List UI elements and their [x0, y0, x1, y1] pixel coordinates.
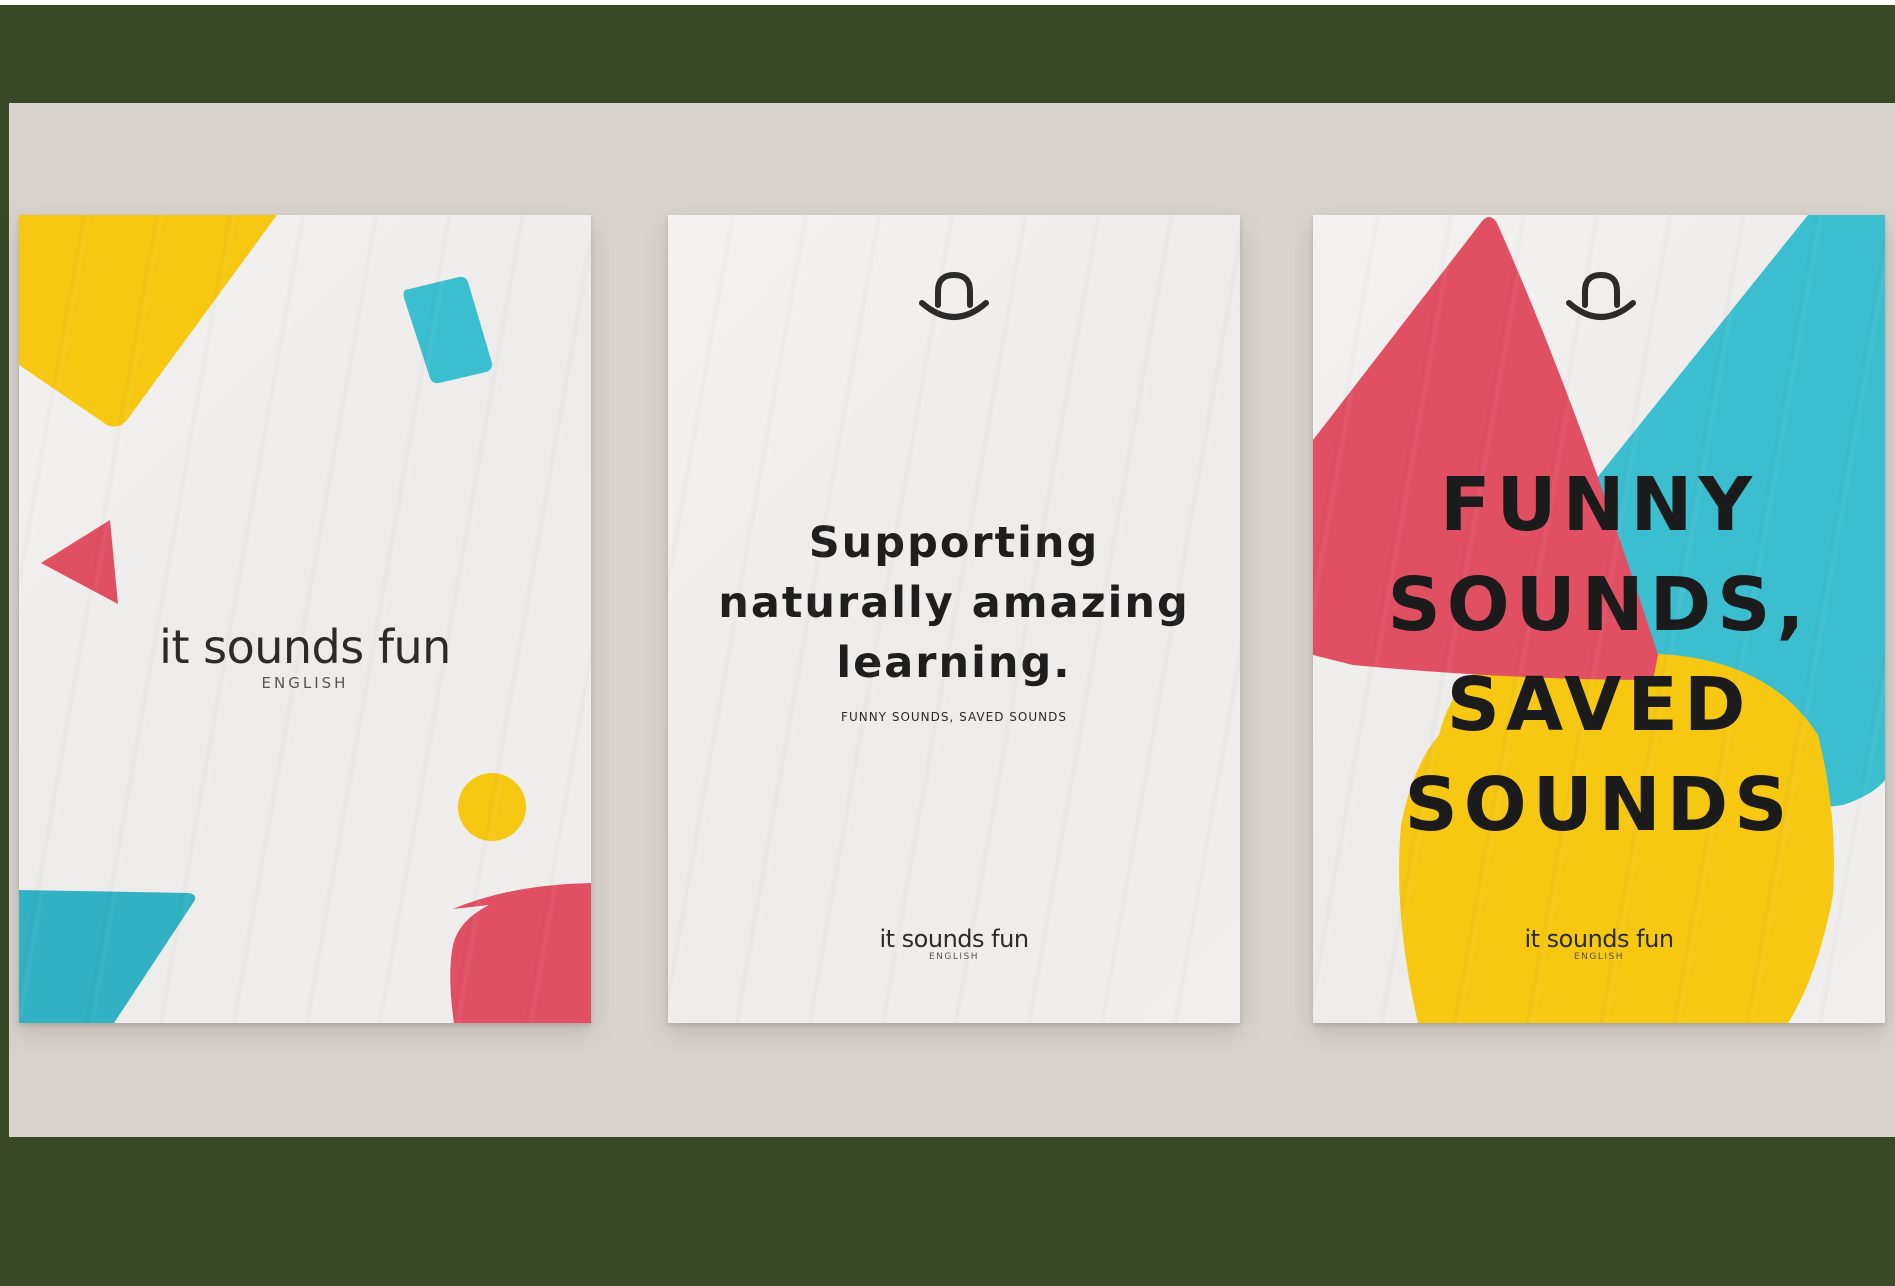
logo-subtitle: ENGLISH [1573, 952, 1625, 962]
brand-logo: it sounds fun ENGLISH [1313, 925, 1885, 962]
red-triangle [41, 520, 118, 604]
logo-wordmark: it sounds fun [879, 925, 1029, 953]
poster-big-headline: FUNNY SOUNDS, SAVED SOUNDS [1313, 455, 1885, 855]
headline-line: Supporting [808, 518, 1100, 568]
poster-logo: it sounds fun ENGLISH [19, 215, 591, 1023]
red-shape [450, 883, 591, 1023]
headline-line: SOUNDS [1404, 762, 1794, 848]
poster-tagline: FUNNY SOUNDS, SAVED SOUNDS [841, 710, 1067, 724]
headline-line: learning. [836, 638, 1072, 688]
headline-line: SAVED [1446, 662, 1752, 748]
logo-subtitle: ENGLISH [261, 674, 349, 692]
logo-subtitle: ENGLISH [928, 952, 980, 962]
poster-1-shapes [19, 215, 591, 1023]
brand-logo: it sounds fun ENGLISH [668, 925, 1240, 962]
poster-funny-sounds: FUNNY SOUNDS, SAVED SOUNDS it sounds fun… [1313, 215, 1885, 1023]
yellow-circle [458, 773, 526, 841]
headline-line: naturally amazing [718, 578, 1190, 628]
cyan-square [403, 276, 493, 384]
headline-line: FUNNY [1439, 462, 1759, 548]
yellow-shape [19, 215, 277, 427]
poster-supporting: Supporting naturally amazing learning. F… [668, 215, 1240, 1023]
headline-line: SOUNDS, [1387, 562, 1811, 648]
logo-wordmark: it sounds fun [159, 620, 451, 674]
cyan-trapezoid [19, 890, 196, 1023]
hat-smile-icon [1566, 271, 1636, 320]
brand-logo: it sounds fun ENGLISH [19, 620, 591, 692]
poster-headline: Supporting naturally amazing learning. [668, 513, 1240, 693]
logo-wordmark: it sounds fun [1524, 925, 1674, 953]
hat-smile-icon [919, 271, 989, 320]
